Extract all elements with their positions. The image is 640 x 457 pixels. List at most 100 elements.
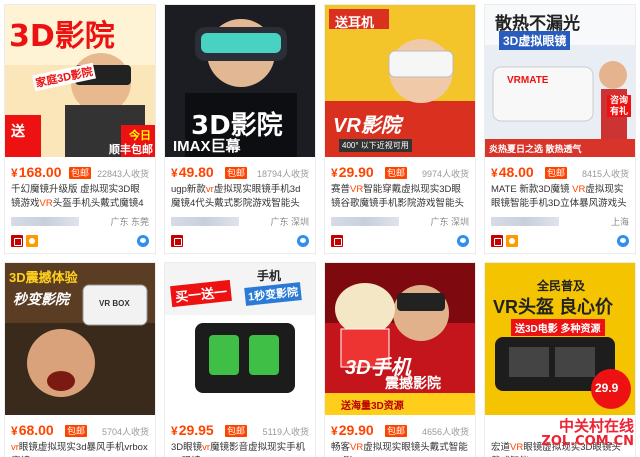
product-title[interactable]: MATE 新款3D魔镜 VR虚拟现实眼镜智能手机3D立体暴风游戏头盔2代 — [491, 183, 629, 211]
image-top-tag: 全民普及 — [537, 279, 586, 293]
price-row: ¥48.00 包邮 8415人收货 — [489, 163, 631, 181]
product-card[interactable]: 3D震撼体验 秒变影院 VR BOX ¥68.00 包邮 5704人收货 vr眼… — [4, 262, 156, 457]
sales-count: 18794人收货 — [256, 169, 309, 179]
price: ¥68.00 — [11, 422, 54, 438]
image-corner-tag: 咨询有礼 — [607, 95, 631, 117]
image-headline: VR影院 — [333, 115, 401, 137]
product-image[interactable]: 3D手机 震撼影院 送海量3D资源 — [325, 263, 475, 415]
image-bottom-banner: 送海量3D资源 — [341, 401, 404, 412]
shop-name-blurred[interactable] — [171, 217, 239, 226]
location: 广东 深圳 — [430, 217, 469, 227]
icon-row — [491, 235, 629, 249]
price: ¥29.95 — [171, 422, 214, 438]
watermark-text: 中关村在线 — [558, 417, 634, 435]
product-image[interactable]: 3D影院 IMAX巨幕 — [165, 5, 315, 157]
wangwang-chat-icon[interactable] — [297, 235, 309, 247]
product-image[interactable]: 散热不漏光 3D虚拟眼镜 VRMATE 咨询有礼 炎热夏日之选 散热透气 — [485, 5, 635, 157]
price: ¥29.90 — [331, 164, 374, 180]
sales-count: 4656人收货 — [421, 427, 469, 437]
free-shipping-badge: 包邮 — [65, 425, 88, 437]
watermark-url: ZOL.COM.CN — [541, 434, 634, 449]
image-headline: 3D影院 — [9, 19, 115, 54]
image-top-tag: 手机 — [257, 269, 282, 283]
image-subline: 3D虚拟眼镜 — [499, 31, 571, 50]
product-card[interactable]: 3D影院 IMAX巨幕 ¥49.80 包邮 18794人收货 ugp新款vr虚拟… — [164, 4, 316, 254]
zol-watermark: 中关村在线 ZOL.COM.CN — [514, 415, 634, 455]
price-row: ¥29.90 包邮 4656人收货 — [329, 421, 471, 439]
shop-name-blurred[interactable] — [491, 217, 559, 226]
shop-row: 上海 — [491, 214, 629, 228]
image-brand: VRMATE — [507, 75, 549, 86]
sales-count: 22843人收货 — [96, 169, 149, 179]
price-row: ¥168.00 包邮 22843人收货 — [9, 163, 151, 181]
image-headline: VR头盔 良心价 — [493, 297, 614, 317]
image-top-tag: 送耳机 — [335, 15, 375, 30]
image-subline: 400° 以下近视可用 — [339, 139, 412, 152]
location: 广东 深圳 — [270, 217, 309, 227]
product-title[interactable]: 千幻魔镜升级版 虚拟现实3D眼镜游戏VR头盔手机头戴式魔镜4代 — [11, 183, 149, 211]
product-title[interactable]: 3D眼镜vr魔镜影音虚拟现实手机3d眼镜 — [171, 441, 309, 457]
product-title[interactable]: ugp新款vr虚拟现实眼镜手机3d魔镜4代头戴式影院游戏智能头盔 — [171, 183, 309, 211]
image-bottom-banner: 炎热夏日之选 散热透气 — [489, 144, 582, 154]
product-card[interactable]: 3D影院 家庭3D影院 送 今日 顺丰包邮 ¥168.00 包邮 22843人收… — [4, 4, 156, 254]
price: ¥29.90 — [331, 422, 374, 438]
product-title[interactable]: 畅客VR虚拟现实眼镜头戴式智能3D影 — [331, 441, 469, 457]
image-subline: IMAX巨幕 — [173, 138, 241, 155]
product-image[interactable]: 3D震撼体验 秒变影院 VR BOX — [5, 263, 155, 415]
image-headline: 3D震撼体验 — [9, 270, 78, 285]
image-price-sticker: 29.9 — [595, 381, 619, 395]
image-left-tag: 送 — [11, 123, 25, 139]
tmall-icon[interactable] — [171, 235, 183, 247]
price: ¥168.00 — [11, 164, 62, 180]
price-row: ¥29.95 包邮 5119人收货 — [169, 421, 311, 439]
wangwang-chat-icon[interactable] — [617, 235, 629, 247]
product-card[interactable]: 散热不漏光 3D虚拟眼镜 VRMATE 咨询有礼 炎热夏日之选 散热透气 ¥48… — [484, 4, 636, 254]
tmall-icon[interactable] — [11, 235, 23, 247]
product-image[interactable]: 全民普及 VR头盔 良心价 送3D电影 多种资源 29.9 — [485, 263, 635, 415]
sales-count: 5119人收货 — [262, 427, 309, 437]
price-row: ¥29.90 包邮 9974人收货 — [329, 163, 471, 181]
shop-row: 广东 东莞 — [11, 214, 149, 228]
shop-row: 广东 深圳 — [331, 214, 469, 228]
product-card[interactable]: 3D手机 震撼影院 送海量3D资源 ¥29.90 包邮 4656人收货 畅客VR… — [324, 262, 476, 457]
icon-row — [331, 235, 469, 249]
wangwang-chat-icon[interactable] — [137, 235, 149, 247]
sales-count: 5704人收货 — [101, 427, 149, 437]
free-shipping-badge: 包邮 — [225, 425, 248, 437]
location: 上海 — [610, 217, 629, 227]
product-title[interactable]: vr眼镜虚拟现实3d暴风手机vrbox魔镜 — [11, 441, 149, 457]
product-image[interactable]: 送耳机 VR影院 400° 以下近视可用 — [325, 5, 475, 157]
product-grid: 3D影院 家庭3D影院 送 今日 顺丰包邮 ¥168.00 包邮 22843人收… — [0, 0, 640, 457]
free-shipping-badge: 包邮 — [545, 167, 568, 179]
image-corner-2: 顺丰包邮 — [109, 144, 153, 156]
price-row: ¥49.80 包邮 18794人收货 — [169, 163, 311, 181]
shop-name-blurred[interactable] — [11, 217, 79, 226]
image-brand: VR BOX — [99, 299, 130, 308]
free-shipping-badge: 包邮 — [225, 167, 248, 179]
price: ¥48.00 — [491, 164, 534, 180]
image-subline: 秒变影院 — [13, 291, 69, 307]
product-image[interactable]: 3D影院 家庭3D影院 送 今日 顺丰包邮 — [5, 5, 155, 157]
product-card[interactable]: 送耳机 VR影院 400° 以下近视可用 ¥29.90 包邮 9974人收货 赛… — [324, 4, 476, 254]
free-shipping-badge: 包邮 — [385, 425, 408, 437]
tmall-icon[interactable] — [331, 235, 343, 247]
price-row: ¥68.00 包邮 5704人收货 — [9, 421, 151, 439]
product-card[interactable]: 手机 买一送一 1秒变影院 ¥29.95 包邮 5119人收货 3D眼镜vr魔镜… — [164, 262, 316, 457]
sales-count: 8415人收货 — [581, 169, 629, 179]
wangwang-chat-icon[interactable] — [457, 235, 469, 247]
free-shipping-badge: 包邮 — [385, 167, 408, 179]
image-subline: 送3D电影 多种资源 — [511, 319, 605, 336]
shop-name-blurred[interactable] — [331, 217, 399, 226]
icon-row — [11, 235, 149, 249]
tmall-icon[interactable] — [491, 235, 503, 247]
product-image[interactable]: 手机 买一送一 1秒变影院 — [165, 263, 315, 415]
sales-count: 9974人收货 — [421, 169, 469, 179]
gold-seller-icon[interactable] — [506, 235, 518, 247]
product-title[interactable]: 赛普VR智能穿戴虚拟现实3D眼镜谷歌魔镜手机影院游戏智能头盔暴风 — [331, 183, 469, 211]
location: 广东 东莞 — [110, 217, 149, 227]
icon-row — [171, 235, 309, 249]
shop-row: 广东 深圳 — [171, 214, 309, 228]
gold-seller-icon[interactable] — [26, 235, 38, 247]
price: ¥49.80 — [171, 164, 214, 180]
free-shipping-badge: 包邮 — [69, 167, 92, 179]
